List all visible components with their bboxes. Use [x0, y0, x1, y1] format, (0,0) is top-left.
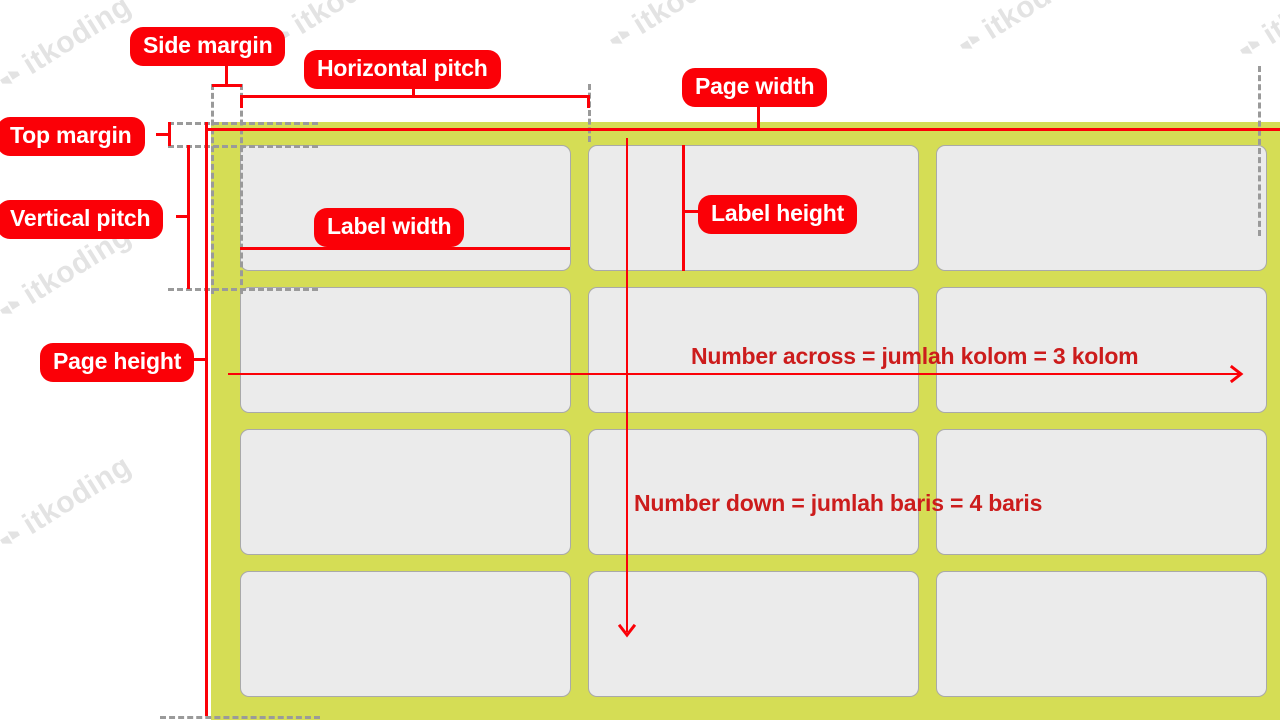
watermark: itkoding: [0, 449, 137, 559]
guide-top-margin-top: [168, 122, 318, 125]
guide-horizontal-pitch-right: [588, 84, 591, 142]
watermark: itkoding: [1230, 0, 1280, 69]
watermark-text: itkoding: [17, 449, 137, 542]
annotation-number-across: Number across = jumlah kolom = 3 kolom: [691, 343, 1139, 369]
label-cell: [936, 145, 1267, 271]
measure-vertical-pitch-leader: [176, 215, 190, 218]
measure-side-margin-leader: [225, 66, 228, 86]
label-cell: [240, 287, 571, 413]
arrow-right-icon: [1228, 365, 1246, 383]
itkoding-logo-icon: [0, 60, 28, 96]
watermark-text: itkoding: [627, 0, 747, 42]
measure-top-margin-leader: [156, 133, 170, 136]
badge-top-margin: Top margin: [0, 117, 145, 156]
guide-side-margin-left: [211, 84, 214, 294]
badge-page-width: Page width: [682, 68, 828, 107]
measure-number-across-arrow-line: [228, 373, 1240, 375]
badge-label-width: Label width: [314, 208, 465, 247]
badge-side-margin: Side margin: [130, 27, 286, 66]
label-cell: [240, 429, 571, 555]
measure-horizontal-pitch-tick-right: [587, 95, 590, 108]
measure-label-width-span: [240, 247, 570, 250]
watermark-text: itkoding: [287, 0, 407, 42]
guide-top-margin-bottom: [168, 145, 318, 148]
arrow-down-icon: [618, 622, 636, 640]
measure-label-height-span: [682, 145, 685, 271]
guide-page-right-edge: [1258, 66, 1261, 236]
badge-horizontal-pitch: Horizontal pitch: [304, 50, 501, 89]
measure-horizontal-pitch-span: [240, 95, 590, 98]
watermark-text: itkoding: [977, 0, 1097, 47]
guide-vertical-pitch-bottom: [168, 288, 318, 291]
badge-vertical-pitch: Vertical pitch: [0, 200, 164, 239]
measure-number-down-arrow-line: [626, 138, 628, 632]
label-cell: [588, 571, 919, 697]
watermark: itkoding: [0, 0, 137, 99]
measure-page-height-span: [205, 122, 208, 716]
itkoding-logo-icon: [1232, 30, 1268, 66]
itkoding-logo-icon: [602, 20, 638, 56]
measure-label-height-leader: [682, 210, 698, 213]
watermark-text: itkoding: [17, 0, 137, 82]
label-cell: [240, 571, 571, 697]
diagram-canvas: itkoding itkoding itkoding itkoding itko…: [0, 0, 1280, 720]
badge-label-height: Label height: [698, 195, 858, 234]
watermark-text: itkoding: [1257, 0, 1280, 52]
measure-horizontal-pitch-tick-left: [240, 95, 243, 108]
label-cell: [936, 571, 1267, 697]
measure-page-width-span: [205, 128, 1280, 131]
watermark: itkoding: [950, 0, 1097, 64]
watermark: itkoding: [600, 0, 747, 59]
itkoding-logo-icon: [0, 520, 28, 556]
itkoding-logo-icon: [952, 25, 988, 61]
itkoding-logo-icon: [0, 290, 28, 326]
annotation-number-down: Number down = jumlah baris = 4 baris: [634, 490, 1043, 516]
measure-page-height-leader: [192, 358, 208, 361]
guide-page-bottom-edge: [160, 716, 320, 719]
guide-side-margin-right: [240, 84, 243, 294]
badge-page-height: Page height: [40, 343, 195, 382]
